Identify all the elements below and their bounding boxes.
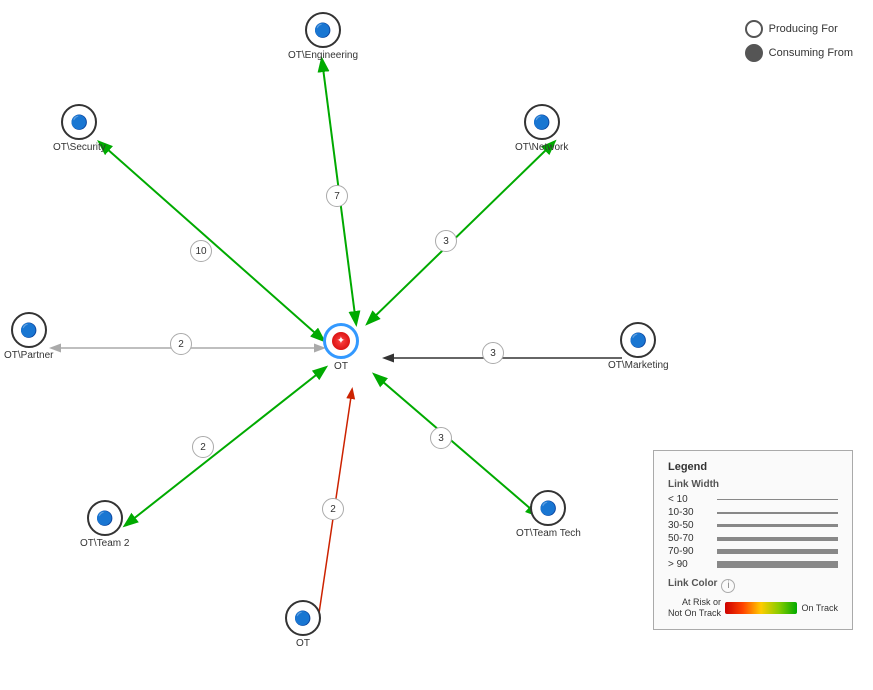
partner-node-label: OT\Partner [4, 350, 53, 361]
marketing-icon: 🔵 [630, 332, 647, 349]
team2-icon: 🔵 [96, 510, 113, 527]
legend-label-30-50: 30-50 [668, 520, 713, 531]
legend-row-gt90: > 90 [668, 559, 838, 570]
legend-row-30-50: 30-50 [668, 520, 838, 531]
ot-bottom-icon: 🔵 [294, 610, 311, 627]
marketing-edge-label: 3 [482, 342, 504, 364]
producing-for-legend-item: Producing For [745, 20, 853, 38]
security-icon: 🔵 [71, 114, 88, 131]
legend-label-70-90: 70-90 [668, 546, 713, 557]
security-node[interactable]: 🔵 OT\Security [53, 104, 106, 153]
legend-label-gt90: > 90 [668, 559, 713, 570]
legend-line-10-30 [717, 512, 838, 514]
team2-edge-label: 2 [192, 436, 214, 458]
ot-bottom-node[interactable]: 🔵 OT [285, 600, 321, 649]
team2-node-circle: 🔵 [87, 500, 123, 536]
engineering-node-circle: 🔵 [305, 12, 341, 48]
color-right-label: On Track [801, 603, 838, 613]
consuming-from-icon [745, 44, 763, 62]
link-color-info-icon: i [721, 579, 735, 593]
legend-box: Legend Link Width < 10 10-30 30-50 50-70… [653, 450, 853, 630]
partner-icon: 🔵 [20, 322, 37, 339]
engineering-icon: 🔵 [314, 22, 331, 39]
marketing-node[interactable]: 🔵 OT\Marketing [608, 322, 669, 371]
link-color-subtitle: Link Color [668, 578, 717, 589]
link-width-subtitle: Link Width [668, 479, 838, 490]
legend-row-50-70: 50-70 [668, 533, 838, 544]
network-node-label: OT\Network [515, 142, 568, 153]
legend-row-lt10: < 10 [668, 494, 838, 505]
teamtech-icon: 🔵 [540, 500, 557, 517]
legend-label-10-30: 10-30 [668, 507, 713, 518]
link-color-section: Link Color i At Risk orNot On Track On T… [668, 578, 838, 619]
producing-for-icon [745, 20, 763, 38]
center-node-icon [332, 332, 350, 350]
security-edge-label: 10 [190, 240, 212, 262]
network-edge-label: 3 [435, 230, 457, 252]
center-node-circle [323, 323, 359, 359]
consuming-from-legend-item: Consuming From [745, 44, 853, 62]
ot-bottom-node-label: OT [296, 638, 310, 649]
engineering-node[interactable]: 🔵 OT\Engineering [288, 12, 358, 61]
security-node-label: OT\Security [53, 142, 106, 153]
ot-bottom-edge-label: 2 [322, 498, 344, 520]
legend-line-70-90 [717, 549, 838, 554]
legend-line-50-70 [717, 537, 838, 541]
legend-line-lt10 [717, 499, 838, 500]
legend-label-50-70: 50-70 [668, 533, 713, 544]
partner-edge-label: 2 [170, 333, 192, 355]
color-left-label: At Risk orNot On Track [668, 597, 721, 619]
top-legend: Producing For Consuming From [745, 20, 853, 68]
teamtech-edge-label: 3 [430, 427, 452, 449]
teamtech-node-label: OT\Team Tech [516, 528, 581, 539]
center-node-label: OT [334, 361, 348, 372]
legend-row-10-30: 10-30 [668, 507, 838, 518]
color-bar-container: At Risk orNot On Track On Track [668, 597, 838, 619]
center-node[interactable]: OT [323, 323, 359, 372]
engineering-node-label: OT\Engineering [288, 50, 358, 61]
engineering-edge-label: 7 [326, 185, 348, 207]
partner-node[interactable]: 🔵 OT\Partner [4, 312, 53, 361]
security-node-circle: 🔵 [61, 104, 97, 140]
ot-bottom-node-circle: 🔵 [285, 600, 321, 636]
legend-label-lt10: < 10 [668, 494, 713, 505]
legend-row-70-90: 70-90 [668, 546, 838, 557]
consuming-from-label: Consuming From [769, 47, 853, 59]
producing-for-label: Producing For [769, 23, 838, 35]
partner-node-circle: 🔵 [11, 312, 47, 348]
network-node-circle: 🔵 [524, 104, 560, 140]
marketing-node-label: OT\Marketing [608, 360, 669, 371]
teamtech-node[interactable]: 🔵 OT\Team Tech [516, 490, 581, 539]
legend-title: Legend [668, 461, 838, 473]
team2-node[interactable]: 🔵 OT\Team 2 [80, 500, 129, 549]
network-icon: 🔵 [533, 114, 550, 131]
legend-line-gt90 [717, 561, 838, 568]
color-bar [725, 602, 797, 614]
network-node[interactable]: 🔵 OT\Network [515, 104, 568, 153]
legend-line-30-50 [717, 524, 838, 527]
teamtech-node-circle: 🔵 [530, 490, 566, 526]
marketing-node-circle: 🔵 [620, 322, 656, 358]
team2-node-label: OT\Team 2 [80, 538, 129, 549]
